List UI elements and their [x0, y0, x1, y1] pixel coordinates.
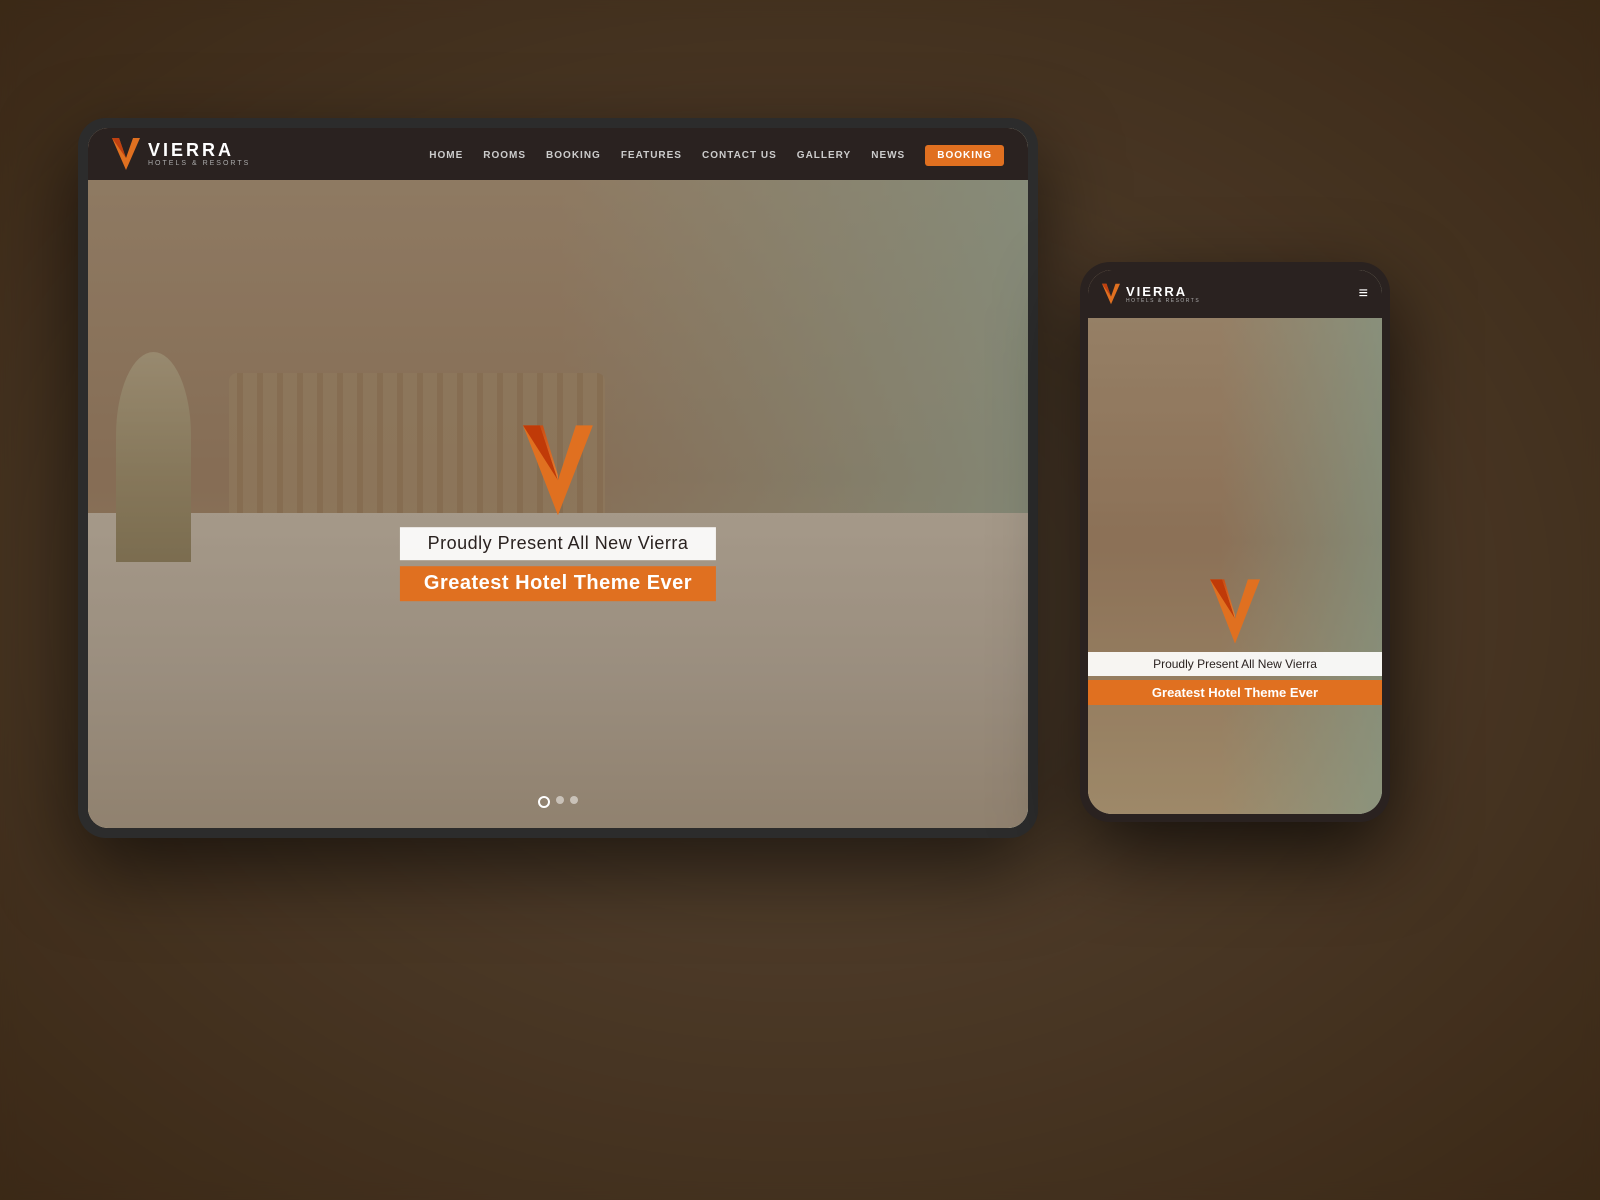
mobile-frame: VIERRA HOTELS & RESORTS ≡	[1080, 262, 1390, 822]
nav-item-booking[interactable]: BOOKING	[546, 145, 601, 163]
logo-text-group: VIERRA HOTELS & RESORTS	[148, 141, 250, 167]
mobile-screen: VIERRA HOTELS & RESORTS ≡	[1088, 270, 1382, 814]
mobile-hero-v-logo	[1088, 579, 1382, 644]
mobile-hero-headline: Greatest Hotel Theme Ever	[1088, 680, 1382, 705]
slider-dots[interactable]	[538, 796, 578, 808]
nav-item-rooms[interactable]: ROOMS	[483, 145, 526, 163]
hero-tagline: Proudly Present All New Vierra	[400, 527, 716, 560]
nav-item-gallery[interactable]: GALLERY	[797, 145, 851, 163]
nav-item-features[interactable]: FEATURES	[621, 145, 682, 163]
mobile-hotel-overlay	[1088, 270, 1382, 814]
hero-headline: Greatest Hotel Theme Ever	[400, 566, 716, 601]
tablet-frame: VIERRA HOTELS & RESORTS HOME ROOMS BOOKI…	[78, 118, 1038, 838]
slider-dot-1[interactable]	[538, 796, 550, 808]
slider-dot-2[interactable]	[556, 796, 564, 804]
slider-dot-3[interactable]	[570, 796, 578, 804]
mobile-logo-v-icon	[1102, 283, 1120, 305]
logo-v-icon	[112, 138, 140, 170]
hero-v-icon	[523, 425, 593, 515]
nav-links: HOME ROOMS BOOKING FEATURES CONTACT US G…	[429, 145, 1004, 163]
mobile-hero-v-icon	[1210, 579, 1260, 644]
hero-v-logo	[400, 425, 716, 515]
nav-item-contact[interactable]: CONTACT US	[702, 145, 777, 163]
mobile-logo-brand-name: VIERRA	[1126, 285, 1200, 298]
logo-area[interactable]: VIERRA HOTELS & RESORTS	[112, 138, 250, 170]
mobile-logo-brand-subtitle: HOTELS & RESORTS	[1126, 298, 1200, 304]
nav-item-home[interactable]: HOME	[429, 145, 463, 163]
tablet-navbar: VIERRA HOTELS & RESORTS HOME ROOMS BOOKI…	[88, 128, 1028, 180]
logo-brand-name: VIERRA	[148, 141, 250, 159]
tablet-hero-content: Proudly Present All New Vierra Greatest …	[400, 425, 716, 601]
nav-item-booking-btn[interactable]: BOOKING	[925, 145, 1004, 163]
mobile-logo-text-group: VIERRA HOTELS & RESORTS	[1126, 285, 1200, 304]
logo-brand-subtitle: HOTELS & RESORTS	[148, 160, 250, 167]
mobile-navbar: VIERRA HOTELS & RESORTS ≡	[1088, 270, 1382, 318]
hamburger-menu-icon[interactable]: ≡	[1359, 285, 1368, 303]
mobile-hero-tagline: Proudly Present All New Vierra	[1088, 652, 1382, 676]
nav-item-news[interactable]: NEWS	[871, 145, 905, 163]
mobile-hotel-background	[1088, 270, 1382, 814]
tablet-screen: VIERRA HOTELS & RESORTS HOME ROOMS BOOKI…	[88, 128, 1028, 828]
mobile-hero-content: Proudly Present All New Vierra Greatest …	[1088, 579, 1382, 705]
